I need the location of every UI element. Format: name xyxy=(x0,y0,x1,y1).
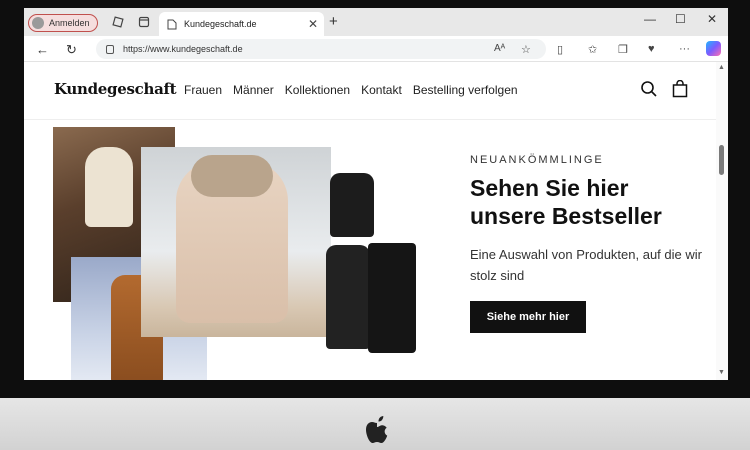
maximize-button[interactable]: ☐ xyxy=(675,12,686,26)
minimize-button[interactable]: — xyxy=(644,12,656,26)
bag-icon[interactable] xyxy=(671,80,689,98)
browser-window: Anmelden Kundegeschaft.de ✕ + — ☐ ✕ ← ↻ … xyxy=(24,8,728,380)
black-pants-shape xyxy=(368,243,416,353)
product-image-black-outfit[interactable] xyxy=(304,173,419,355)
page-scrollbar[interactable]: ▲ ▼ xyxy=(716,62,728,380)
close-tab-icon[interactable]: ✕ xyxy=(308,17,318,31)
scroll-thumb[interactable] xyxy=(719,145,724,175)
apple-logo-icon xyxy=(366,416,388,443)
favorites-icon[interactable]: ✩ xyxy=(588,43,597,56)
url-field[interactable]: https://www.kundegeschaft.de xyxy=(96,39,546,59)
sweater-shape xyxy=(85,147,133,227)
tab-actions-icon[interactable] xyxy=(138,16,150,28)
read-aloud-icon[interactable]: Aᴬ xyxy=(494,43,505,54)
nav-item-maenner[interactable]: Männer xyxy=(233,83,274,97)
hero-text: NEUANKÖMMLINGE Sehen Sie hier unsere Bes… xyxy=(470,154,710,333)
title-bar: Anmelden Kundegeschaft.de ✕ + — ☐ ✕ xyxy=(24,8,728,36)
copilot-icon[interactable] xyxy=(706,41,721,56)
page-icon xyxy=(167,19,177,29)
profile-button[interactable]: Anmelden xyxy=(28,14,98,32)
nav-item-frauen[interactable]: Frauen xyxy=(184,83,222,97)
site-logo[interactable]: Kundegeschaft xyxy=(54,80,177,98)
profile-label: Anmelden xyxy=(49,18,90,28)
extensions-icon[interactable]: ♥ xyxy=(648,43,655,55)
product-image-puffer-jacket[interactable] xyxy=(141,147,331,337)
black-jacket-shape xyxy=(330,173,374,237)
back-icon[interactable]: ← xyxy=(36,42,49,57)
fur-hood-shape xyxy=(191,155,273,197)
collections-add-icon[interactable]: ❐ xyxy=(618,43,628,56)
avatar xyxy=(32,17,44,29)
site-header: Kundegeschaft Frauen Männer Kollektionen… xyxy=(24,62,716,120)
hero-eyebrow: NEUANKÖMMLINGE xyxy=(470,154,604,166)
hero-headline: Sehen Sie hier unsere Bestseller xyxy=(470,175,662,229)
hero-subtext: Eine Auswahl von Produkten, auf die wir … xyxy=(470,247,702,283)
scroll-up-icon[interactable]: ▲ xyxy=(718,64,725,71)
close-window-button[interactable]: ✕ xyxy=(707,12,717,26)
cta-button[interactable]: Siehe mehr hier xyxy=(470,301,586,333)
address-toolbar: ← ↻ https://www.kundegeschaft.de Aᴬ ☆ ▯ … xyxy=(24,36,728,62)
hero-image-collage xyxy=(49,127,419,380)
main-nav: Frauen Männer Kollektionen Kontakt Beste… xyxy=(184,83,518,97)
web-page: Kundegeschaft Frauen Männer Kollektionen… xyxy=(24,62,716,380)
lock-icon xyxy=(106,44,114,54)
more-icon[interactable]: ··· xyxy=(679,43,690,55)
tab-title: Kundegeschaft.de xyxy=(184,19,257,29)
favorite-star-icon[interactable]: ☆ xyxy=(521,43,531,56)
split-screen-icon[interactable]: ▯ xyxy=(557,43,563,56)
refresh-icon[interactable]: ↻ xyxy=(66,42,77,58)
url-text: https://www.kundegeschaft.de xyxy=(123,44,243,54)
nav-item-kontakt[interactable]: Kontakt xyxy=(361,83,402,97)
collections-icon[interactable] xyxy=(112,16,124,28)
nav-item-bestellung[interactable]: Bestelling verfolgen xyxy=(413,83,518,97)
black-jacket-2-shape xyxy=(326,245,370,349)
tab-active[interactable]: Kundegeschaft.de ✕ xyxy=(159,12,324,36)
search-icon[interactable] xyxy=(640,80,658,98)
nav-item-kollektionen[interactable]: Kollektionen xyxy=(285,83,350,97)
scroll-down-icon[interactable]: ▼ xyxy=(718,369,725,376)
new-tab-button[interactable]: + xyxy=(329,13,338,30)
